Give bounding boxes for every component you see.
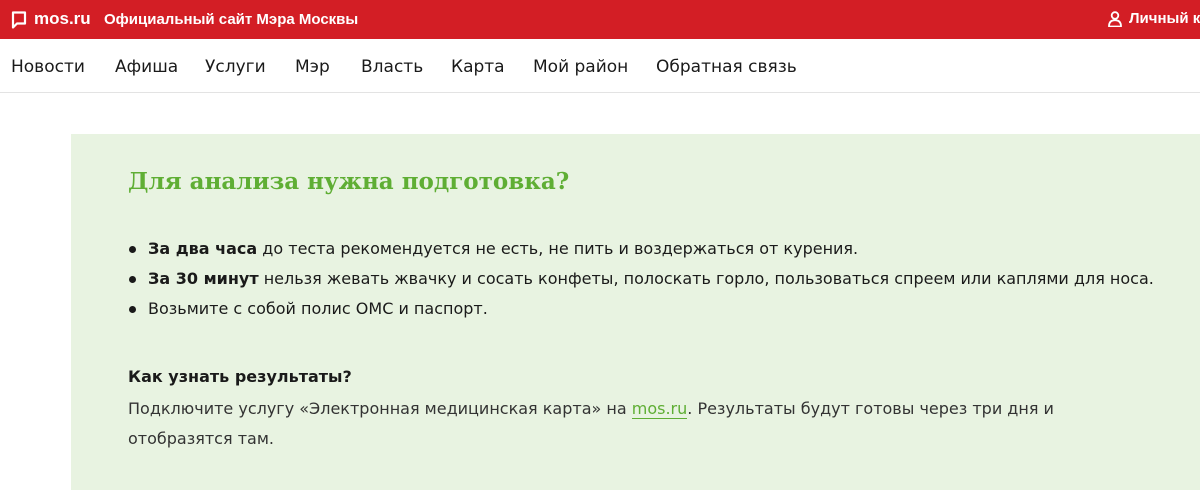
- site-title[interactable]: Официальный сайт Мэра Москвы: [104, 11, 358, 29]
- logo-text[interactable]: mos.ru: [34, 9, 91, 29]
- nav-item-news[interactable]: Новости: [11, 57, 85, 77]
- bullet-icon: [129, 246, 136, 253]
- list-item: Возьмите с собой полис ОМС и паспорт.: [128, 294, 1154, 324]
- list-item-text: до теста рекомендуется не есть, не пить …: [257, 239, 859, 258]
- bullet-icon: [129, 276, 136, 283]
- list-item: За два часа до теста рекомендуется не ес…: [128, 234, 1154, 264]
- preparation-list: За два часа до теста рекомендуется не ес…: [128, 234, 1154, 324]
- results-text: Подключите услугу «Электронная медицинск…: [128, 394, 1148, 454]
- preparation-info-panel: Для анализа нужна подготовка? За два час…: [71, 134, 1200, 490]
- nav-item-feedback[interactable]: Обратная связь: [656, 57, 797, 77]
- main-navigation: Новости Афиша Услуги Мэр Власть Карта Мо…: [0, 39, 1200, 93]
- nav-item-government[interactable]: Власть: [361, 57, 423, 77]
- speech-bubble-icon[interactable]: [11, 11, 27, 29]
- top-header-bar: mos.ru Официальный сайт Мэра Москвы Личн…: [0, 0, 1200, 39]
- list-item-text: нельзя жевать жвачку и сосать конфеты, п…: [258, 269, 1154, 288]
- nav-item-map[interactable]: Карта: [451, 57, 505, 77]
- mos-ru-link[interactable]: mos.ru: [631, 399, 688, 419]
- results-text-before: Подключите услугу «Электронная медицинск…: [128, 399, 632, 418]
- list-item-bold: За 30 минут: [148, 269, 259, 288]
- nav-item-services[interactable]: Услуги: [205, 57, 266, 77]
- list-item-bold: За два часа: [148, 239, 258, 258]
- list-item-text: Возьмите с собой полис ОМС и паспорт.: [148, 299, 488, 318]
- panel-title: Для анализа нужна подготовка?: [128, 168, 570, 195]
- results-heading: Как узнать результаты?: [128, 367, 352, 386]
- account-button[interactable]: Личный к: [1108, 10, 1200, 28]
- account-label: Личный к: [1129, 10, 1200, 27]
- nav-item-afisha[interactable]: Афиша: [115, 57, 178, 77]
- bullet-icon: [129, 306, 136, 313]
- user-icon: [1108, 11, 1122, 27]
- list-item: За 30 минут нельзя жевать жвачку и сосат…: [128, 264, 1154, 294]
- nav-item-mayor[interactable]: Мэр: [295, 57, 330, 77]
- nav-item-my-district[interactable]: Мой район: [533, 57, 628, 77]
